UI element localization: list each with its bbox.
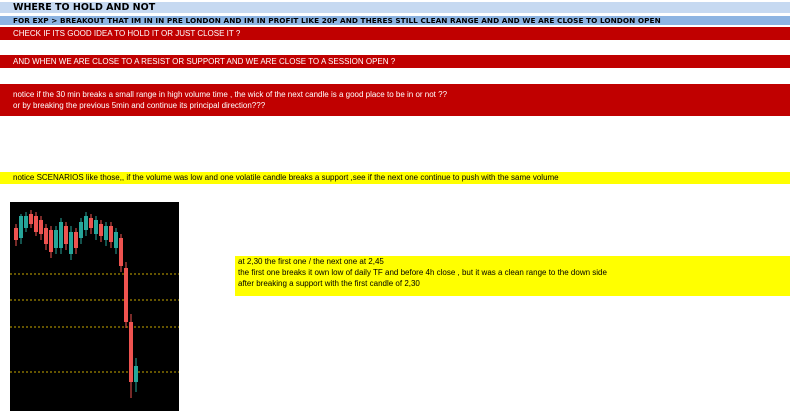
scenarios-note: notice SCENARIOS like those,, if the vol… — [0, 172, 790, 184]
candle-body — [64, 226, 68, 244]
candle-body — [74, 232, 78, 248]
question-30min-range: notice if the 30 min breaks a small rang… — [0, 84, 790, 116]
candle-body — [44, 228, 48, 244]
note-box: at 2,30 the first one / the next one at … — [235, 256, 790, 296]
candle-body — [134, 366, 138, 382]
candle-body — [19, 216, 23, 238]
note-line2: the first one breaks it own low of daily… — [238, 268, 607, 277]
note-line1: at 2,30 the first one / the next one at … — [238, 257, 384, 266]
candle-body — [99, 224, 103, 236]
candle-body — [104, 226, 108, 240]
candlestick-chart-svg — [10, 210, 179, 398]
candle-body — [14, 228, 18, 240]
candle-body — [59, 222, 63, 248]
example-banner: FOR EXP > BREAKOUT THAT IM IN IN PRE LON… — [0, 16, 790, 25]
candle-body — [129, 322, 133, 382]
candle-body — [124, 268, 128, 322]
candles — [14, 210, 138, 398]
candle-body — [114, 232, 118, 248]
candle-body — [39, 220, 43, 234]
candle-body — [29, 214, 33, 224]
candle-body — [79, 222, 83, 238]
question-30min-line2: or by breaking the previous 5min and con… — [13, 101, 266, 110]
candle-body — [54, 230, 58, 248]
question-30min-line1: notice if the 30 min breaks a small rang… — [13, 90, 448, 99]
candle-body — [109, 226, 113, 242]
question-hold-or-close: CHECK IF ITS GOOD IDEA TO HOLD IT OR JUS… — [0, 27, 790, 40]
candle-body — [89, 218, 93, 228]
candle-body — [49, 230, 53, 252]
candle-body — [119, 238, 123, 266]
candlestick-chart-image — [10, 202, 179, 411]
candle-body — [69, 232, 73, 254]
page-title: WHERE TO HOLD AND NOT — [0, 2, 790, 13]
candle-body — [34, 216, 38, 232]
question-resist-support: AND WHEN WE ARE CLOSE TO A RESIST OR SUP… — [0, 55, 790, 68]
candle-body — [24, 216, 28, 228]
candle-body — [84, 216, 88, 230]
candle-body — [94, 220, 98, 234]
note-line3: after breaking a support with the first … — [238, 279, 420, 288]
dotted-levels — [10, 273, 179, 373]
